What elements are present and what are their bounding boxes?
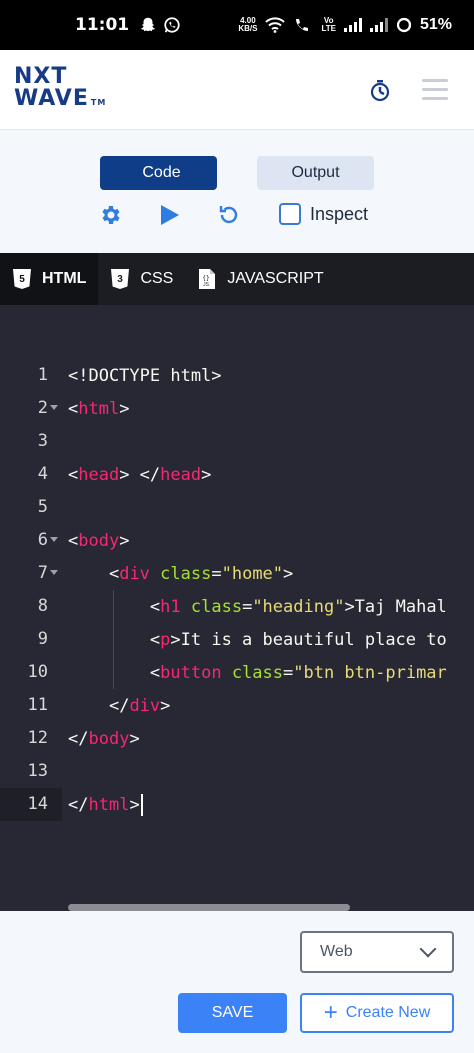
code-tab-button[interactable]: Code: [100, 156, 217, 190]
output-tab-button[interactable]: Output: [257, 156, 374, 190]
status-bar: 11:01 4.00 KB/S Vo LTE 51%: [0, 0, 474, 50]
code-line: 4 <head> </head>: [37, 464, 212, 485]
network-speed: 4.00 KB/S: [238, 16, 258, 33]
snapchat-icon: [140, 17, 156, 32]
signal-icon-2: [369, 18, 388, 32]
fold-arrow-icon[interactable]: [50, 405, 58, 410]
reset-icon[interactable]: [217, 203, 241, 227]
code-line: 3: [37, 431, 48, 451]
code-line: 7 <div class="home">: [37, 563, 294, 584]
app-header: NXT WAVE TM: [0, 50, 474, 130]
svg-text:{}: {}: [203, 275, 210, 282]
inspect-checkbox[interactable]: [279, 203, 301, 225]
tab-css[interactable]: 3 CSS: [98, 253, 185, 305]
battery-icon: [396, 17, 412, 33]
wifi-icon: [265, 17, 286, 33]
save-button[interactable]: SAVE: [178, 993, 287, 1033]
inspect-label: Inspect: [310, 203, 369, 224]
text-cursor: [140, 793, 143, 816]
code-line: 8 <h1 class="heading">Taj Mahal: [37, 596, 447, 617]
create-new-button[interactable]: + Create New: [300, 993, 454, 1033]
svg-text:JS: JS: [203, 282, 210, 288]
inspect-toggle[interactable]: Inspect: [279, 203, 368, 225]
plus-icon: +: [323, 999, 338, 1026]
call-icon: [296, 19, 309, 31]
run-play-icon[interactable]: [159, 203, 181, 227]
code-line: 2 <html>: [37, 398, 130, 419]
code-line: 5: [37, 497, 48, 517]
fold-arrow-icon[interactable]: [50, 570, 58, 575]
horizontal-scrollbar[interactable]: [68, 904, 350, 911]
settings-gear-icon[interactable]: [98, 203, 122, 227]
tab-javascript[interactable]: {} JS JAVASCRIPT: [185, 253, 335, 305]
nxtwave-logo[interactable]: NXT WAVE TM: [14, 65, 106, 114]
code-editor[interactable]: 1 <!DOCTYPE html> 2 <html> 3 4 <head> </…: [0, 305, 474, 911]
stopwatch-icon[interactable]: [368, 78, 392, 102]
fold-arrow-icon[interactable]: [50, 537, 58, 542]
chevron-down-icon: [419, 940, 437, 958]
code-line: 1 <!DOCTYPE html>: [37, 365, 222, 386]
code-line-current: 14 </html>: [0, 788, 474, 821]
bottom-actions: Web SAVE + Create New: [0, 911, 474, 1053]
whatsapp-icon: [164, 17, 180, 33]
battery-percentage: 51%: [419, 16, 452, 33]
code-line: 10 <button class="btn btn-primar: [27, 662, 447, 683]
file-tabs: 5 HTML 3 CSS {} JS JAVASCRIPT: [0, 253, 474, 305]
code-line: 11 </div>: [27, 695, 171, 716]
css3-icon: 3: [111, 269, 130, 289]
svg-text:3: 3: [118, 274, 124, 285]
code-line: 12 </body>: [27, 728, 140, 749]
hamburger-menu-icon[interactable]: [422, 79, 448, 100]
tab-html[interactable]: 5 HTML: [0, 253, 99, 305]
code-line: 9 <p>It is a beautiful place to: [37, 629, 447, 650]
code-line: 6 <body>: [37, 530, 130, 551]
signal-icon: [343, 18, 362, 32]
volte-indicator: Vo LTE: [321, 16, 336, 33]
code-line: 13: [27, 761, 48, 781]
js-file-icon: {}JS: [199, 269, 216, 289]
preview-mode-select[interactable]: Web: [300, 931, 454, 973]
html5-icon: 5: [13, 269, 31, 289]
status-time: 11:01: [75, 15, 130, 35]
svg-text:5: 5: [19, 274, 25, 285]
